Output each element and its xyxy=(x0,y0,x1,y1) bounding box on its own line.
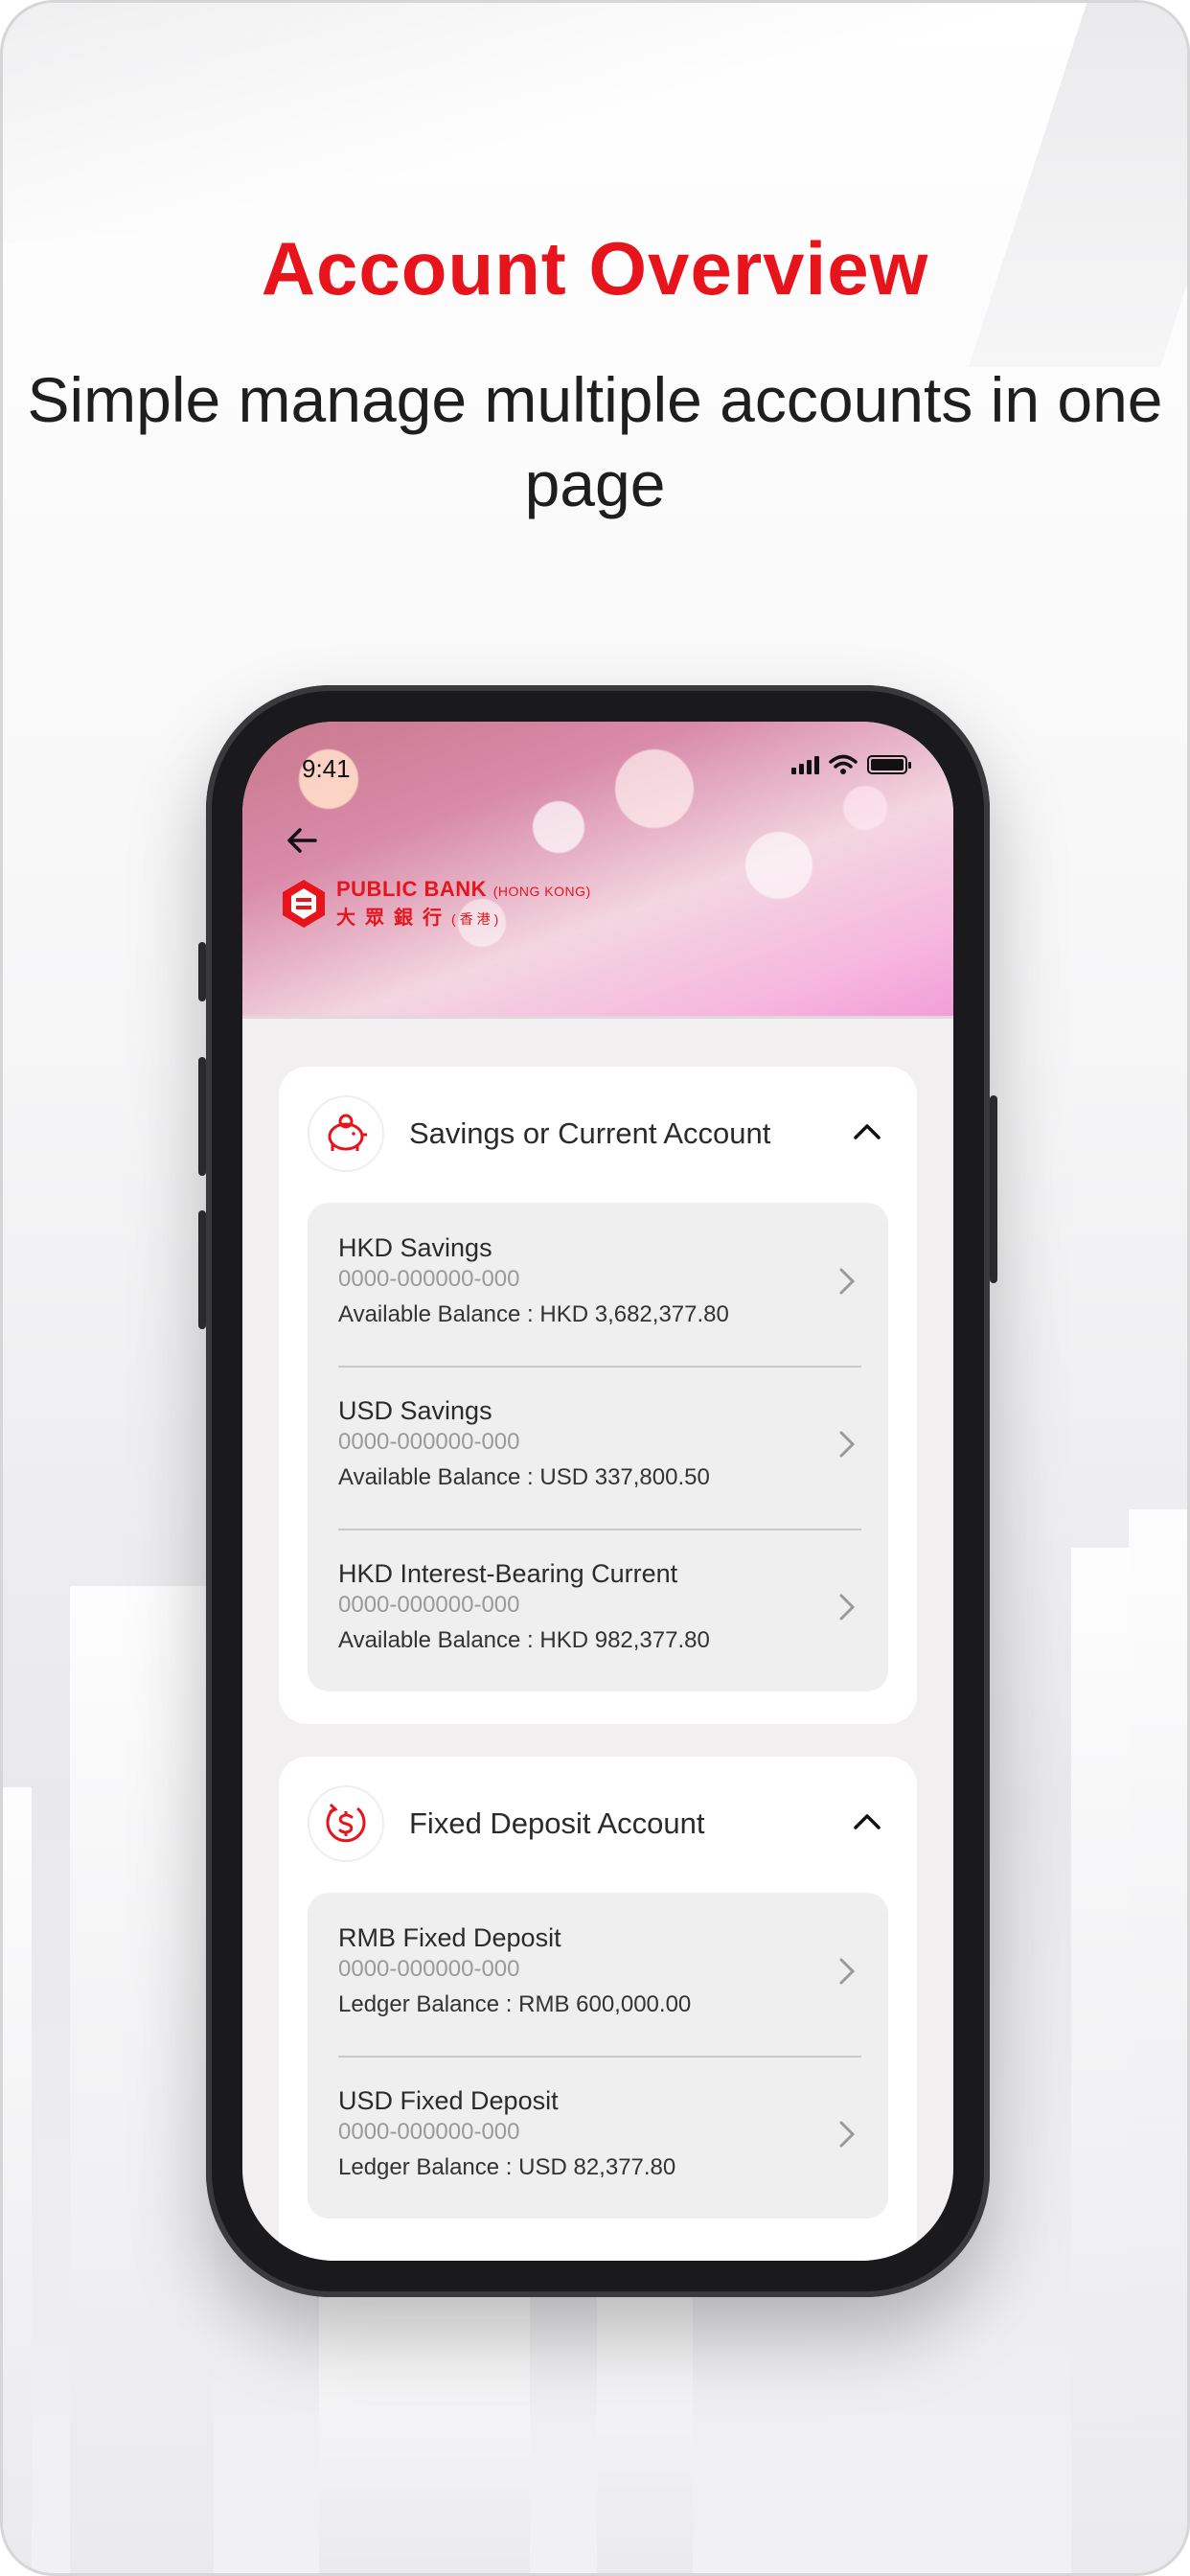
bank-name-zh: 大眾銀行 xyxy=(336,908,451,929)
decorative-building xyxy=(1071,1548,1129,2573)
decorative-building xyxy=(3,1787,32,2573)
wifi-icon xyxy=(829,754,858,774)
account-number: 0000-000000-000 xyxy=(338,1956,520,1982)
account-row[interactable]: HKD Savings 0000-000000-000 Available Ba… xyxy=(308,1203,888,1366)
bank-region-zh: (香港) xyxy=(451,911,503,927)
decorative-band xyxy=(3,3,1187,252)
account-name: RMB Fixed Deposit xyxy=(338,1923,561,1952)
decorative-building xyxy=(319,2266,530,2573)
account-row[interactable]: USD Savings 0000-000000-000 Available Ba… xyxy=(308,1366,888,1529)
section-title: Fixed Deposit Account xyxy=(409,1806,705,1840)
promo-canvas: Account Overview Simple manage multiple … xyxy=(0,0,1190,2576)
chevron-up-icon[interactable] xyxy=(850,1805,884,1839)
phone-side-button xyxy=(990,1095,997,1283)
account-row[interactable]: HKD Interest-Bearing Current 0000-000000… xyxy=(308,1529,888,1691)
section-header[interactable]: Savings or Current Account xyxy=(279,1067,917,1201)
account-name: HKD Interest-Bearing Current xyxy=(338,1559,678,1588)
fixed-deposit-icon xyxy=(308,1785,384,1862)
chevron-right-icon[interactable] xyxy=(833,1952,861,1990)
account-row[interactable]: USD Fixed Deposit 0000-000000-000 Ledger… xyxy=(308,2056,888,2219)
header-banner: 9:41 PUBLIC BANK (HONG KONG) 大眾銀行(香港) xyxy=(242,722,953,1019)
signal-icon xyxy=(791,755,819,774)
balance-value: HKD 3,682,377.80 xyxy=(539,1301,729,1327)
account-number: 0000-000000-000 xyxy=(338,2119,520,2145)
account-balance: Ledger Balance : RMB 600,000.00 xyxy=(338,1985,859,2025)
account-balance: Available Balance : HKD 3,682,377.80 xyxy=(338,1295,859,1335)
account-name: HKD Savings xyxy=(338,1233,492,1262)
account-number: 0000-000000-000 xyxy=(338,1266,520,1292)
promo-headline: Account Overview xyxy=(261,226,929,310)
account-list: HKD Savings 0000-000000-000 Available Ba… xyxy=(308,1203,888,1691)
balance-label: Ledger Balance : xyxy=(338,1991,513,2017)
piggy-bank-icon xyxy=(308,1095,384,1172)
balance-value: USD 82,377.80 xyxy=(518,2154,676,2180)
phone-side-button xyxy=(198,1057,206,1176)
chevron-right-icon[interactable] xyxy=(833,2115,861,2153)
balance-label: Available Balance : xyxy=(338,1464,534,1490)
battery-icon xyxy=(867,755,911,774)
decorative-building xyxy=(1129,1509,1187,2573)
balance-label: Available Balance : xyxy=(338,1627,534,1653)
decorative-building xyxy=(70,1586,214,2573)
promo-subheadline: Simple manage multiple accounts in one p… xyxy=(27,364,1163,519)
bank-logo-mark-icon xyxy=(283,879,325,928)
section-title: Savings or Current Account xyxy=(409,1116,771,1150)
fixed-deposit-section: Fixed Deposit Account RMB Fixed Deposit … xyxy=(279,1757,917,2261)
account-list: RMB Fixed Deposit 0000-000000-000 Ledger… xyxy=(308,1893,888,2219)
savings-current-section: Savings or Current Account HKD Savings 0… xyxy=(279,1067,917,1724)
phone-frame: 9:41 PUBLIC BANK (HONG KONG) 大眾銀行(香港) Sa… xyxy=(198,685,997,2297)
bank-logo: PUBLIC BANK (HONG KONG) 大眾銀行(香港) xyxy=(281,877,591,930)
chevron-right-icon[interactable] xyxy=(833,1262,861,1300)
chevron-up-icon[interactable] xyxy=(850,1115,884,1149)
balance-label: Available Balance : xyxy=(338,1301,534,1327)
phone-screen: 9:41 PUBLIC BANK (HONG KONG) 大眾銀行(香港) Sa… xyxy=(242,722,953,2261)
account-number: 0000-000000-000 xyxy=(338,1592,520,1618)
bank-region-en: (HONG KONG) xyxy=(492,884,591,899)
phone-side-button xyxy=(198,1210,206,1329)
section-header[interactable]: Fixed Deposit Account xyxy=(279,1757,917,1891)
balance-value: USD 337,800.50 xyxy=(539,1464,710,1490)
account-balance: Available Balance : USD 337,800.50 xyxy=(338,1458,859,1498)
bank-name-en: PUBLIC BANK xyxy=(336,877,488,901)
chevron-right-icon[interactable] xyxy=(833,1588,861,1626)
account-row[interactable]: RMB Fixed Deposit 0000-000000-000 Ledger… xyxy=(308,1893,888,2056)
account-balance: Available Balance : HKD 982,377.80 xyxy=(338,1621,859,1661)
account-name: USD Fixed Deposit xyxy=(338,2086,559,2115)
phone-side-button xyxy=(198,942,206,1001)
account-name: USD Savings xyxy=(338,1396,492,1425)
balance-value: HKD 982,377.80 xyxy=(539,1627,710,1653)
status-time: 9:41 xyxy=(302,754,351,783)
balance-value: RMB 600,000.00 xyxy=(518,1991,692,2017)
account-balance: Ledger Balance : USD 82,377.80 xyxy=(338,2148,859,2188)
back-arrow-icon[interactable] xyxy=(283,821,325,863)
balance-label: Ledger Balance : xyxy=(338,2154,513,2180)
account-number: 0000-000000-000 xyxy=(338,1429,520,1455)
status-icons xyxy=(791,754,911,775)
chevron-right-icon[interactable] xyxy=(833,1425,861,1463)
